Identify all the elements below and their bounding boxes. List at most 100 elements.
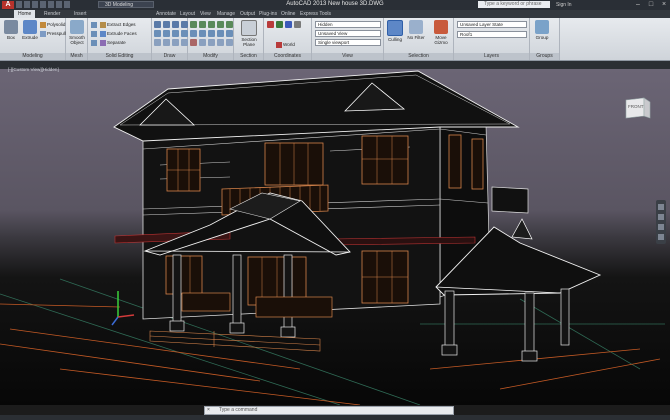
box-button[interactable]: Box	[1, 20, 21, 40]
point-icon[interactable]	[172, 39, 179, 46]
tab-express-tools[interactable]: Express Tools	[300, 10, 331, 18]
culling-icon	[387, 20, 403, 36]
presspull-icon	[40, 30, 46, 37]
align-icon[interactable]	[217, 39, 224, 46]
orbit-icon[interactable]	[658, 234, 664, 240]
tab-plug-ins[interactable]: Plug-ins	[259, 10, 277, 18]
panel-modify-label[interactable]: Modify	[188, 53, 233, 60]
hatch-icon[interactable]	[181, 30, 188, 37]
panel-draw-label[interactable]: Draw	[152, 53, 187, 60]
polygon-icon[interactable]	[163, 30, 170, 37]
no-filter-button[interactable]: No Filter	[406, 20, 426, 40]
circle-icon[interactable]	[172, 21, 179, 28]
chamfer-icon[interactable]	[199, 30, 206, 37]
intersect-icon[interactable]	[91, 39, 97, 46]
rotate-icon[interactable]	[199, 21, 206, 28]
panel-layers: Unsaved Layer State Roof1 Layers	[454, 18, 530, 60]
ucs-x-icon[interactable]	[276, 21, 283, 28]
layer-state-dropdown[interactable]: Unsaved Layer State	[457, 21, 527, 28]
ucs-z-icon[interactable]	[294, 21, 301, 28]
group-button[interactable]: Group	[532, 20, 552, 40]
tab-insert[interactable]: Insert	[74, 10, 87, 18]
tab-render[interactable]: Render	[44, 10, 60, 18]
extract-edges-button[interactable]: Extract Edges	[100, 21, 136, 28]
copy-icon[interactable]	[208, 21, 215, 28]
viewcube[interactable]: FRONT	[622, 92, 654, 124]
panel-modeling-label[interactable]: Modeling	[0, 53, 65, 60]
explode-icon[interactable]	[208, 39, 215, 46]
panel-coordinates-label[interactable]: Coordinates	[264, 53, 311, 60]
view-dropdown[interactable]: Unsaved View	[315, 30, 381, 37]
stretch-icon[interactable]	[226, 39, 233, 46]
ucs-icon[interactable]	[267, 21, 274, 28]
subtract-icon[interactable]	[91, 30, 97, 37]
union-icon[interactable]	[91, 21, 97, 28]
box-icon	[4, 20, 18, 34]
fillet-icon[interactable]	[190, 30, 197, 37]
command-line[interactable]: × Type a command	[204, 406, 454, 415]
panel-groups-label[interactable]: Groups	[530, 53, 559, 60]
search-input[interactable]: Type a keyword or phrase	[478, 1, 550, 8]
polysolid-button[interactable]: Polysolid	[40, 21, 65, 28]
ucs-y-icon[interactable]	[285, 21, 292, 28]
culling-button[interactable]: Culling	[385, 20, 405, 42]
arc-icon[interactable]	[181, 21, 188, 28]
smooth-object-button[interactable]: Smooth Object	[67, 20, 87, 45]
region-icon[interactable]	[163, 39, 170, 46]
ucs-world-dropdown[interactable]: World	[276, 41, 295, 48]
trim-icon[interactable]	[208, 30, 215, 37]
rectangle-icon[interactable]	[154, 30, 161, 37]
array-icon[interactable]	[199, 39, 206, 46]
zoom-icon[interactable]	[658, 224, 664, 230]
panel-mesh-label[interactable]: Mesh	[66, 53, 87, 60]
mirror-icon[interactable]	[217, 21, 224, 28]
helix-icon[interactable]	[181, 39, 188, 46]
panel-section-label[interactable]: Section	[234, 53, 263, 60]
pan-icon[interactable]	[658, 214, 664, 220]
spline-icon[interactable]	[154, 39, 161, 46]
command-input[interactable]: Type a command	[219, 407, 257, 413]
maximize-icon[interactable]: □	[647, 1, 655, 8]
erase-icon[interactable]	[190, 39, 197, 46]
layer-dropdown[interactable]: Roof1	[457, 31, 527, 38]
tab-manage[interactable]: Manage	[217, 10, 235, 18]
move-gizmo-button[interactable]: Move Gizmo	[429, 20, 453, 45]
section-plane-button[interactable]: Section Plane	[239, 20, 259, 47]
polyline-icon[interactable]	[163, 21, 170, 28]
move-icon[interactable]	[190, 21, 197, 28]
tab-home[interactable]: Home	[14, 10, 36, 18]
viewport-controls[interactable]: [-][Custom View][Hidden]	[8, 67, 59, 72]
ellipse-icon[interactable]	[172, 30, 179, 37]
extrude-faces-button[interactable]: Extrude Faces	[100, 30, 137, 37]
panel-mesh: Smooth Object Mesh	[66, 18, 88, 60]
line-icon[interactable]	[154, 21, 161, 28]
drawing-viewport[interactable]	[0, 69, 670, 405]
panel-layers-label[interactable]: Layers	[454, 53, 529, 60]
smooth-object-icon	[70, 20, 84, 34]
minimize-icon[interactable]: –	[634, 1, 642, 8]
panel-selection-label[interactable]: Selection	[384, 53, 453, 60]
scale-icon[interactable]	[226, 21, 233, 28]
panel-solid-editing-label[interactable]: Solid Editing	[88, 53, 151, 60]
modify-tools	[190, 21, 234, 47]
steering-wheel-icon[interactable]	[658, 204, 664, 210]
presspull-button[interactable]: Presspull	[40, 30, 66, 37]
viewport-dropdown[interactable]: Single viewport	[315, 39, 381, 46]
panel-view-label[interactable]: View	[312, 53, 383, 60]
tab-output[interactable]: Output	[240, 10, 255, 18]
extend-icon[interactable]	[217, 30, 224, 37]
tab-layout[interactable]: Layout	[180, 10, 195, 18]
close-command-line-icon[interactable]: ×	[207, 407, 210, 414]
tab-annotate[interactable]: Annotate	[156, 10, 176, 18]
world-icon	[276, 41, 282, 48]
sign-in-link[interactable]: Sign In	[556, 1, 572, 9]
tab-online[interactable]: Online	[281, 10, 295, 18]
extrude-button[interactable]: Extrude	[20, 20, 40, 40]
visual-style-dropdown[interactable]: Hidden	[315, 21, 381, 28]
offset-icon[interactable]	[226, 30, 233, 37]
tab-view[interactable]: View	[200, 10, 211, 18]
navigation-bar[interactable]	[656, 200, 666, 244]
separate-button[interactable]: Separate	[100, 39, 126, 46]
close-icon[interactable]: ×	[660, 1, 668, 8]
panel-section: Section Plane Section	[234, 18, 264, 60]
